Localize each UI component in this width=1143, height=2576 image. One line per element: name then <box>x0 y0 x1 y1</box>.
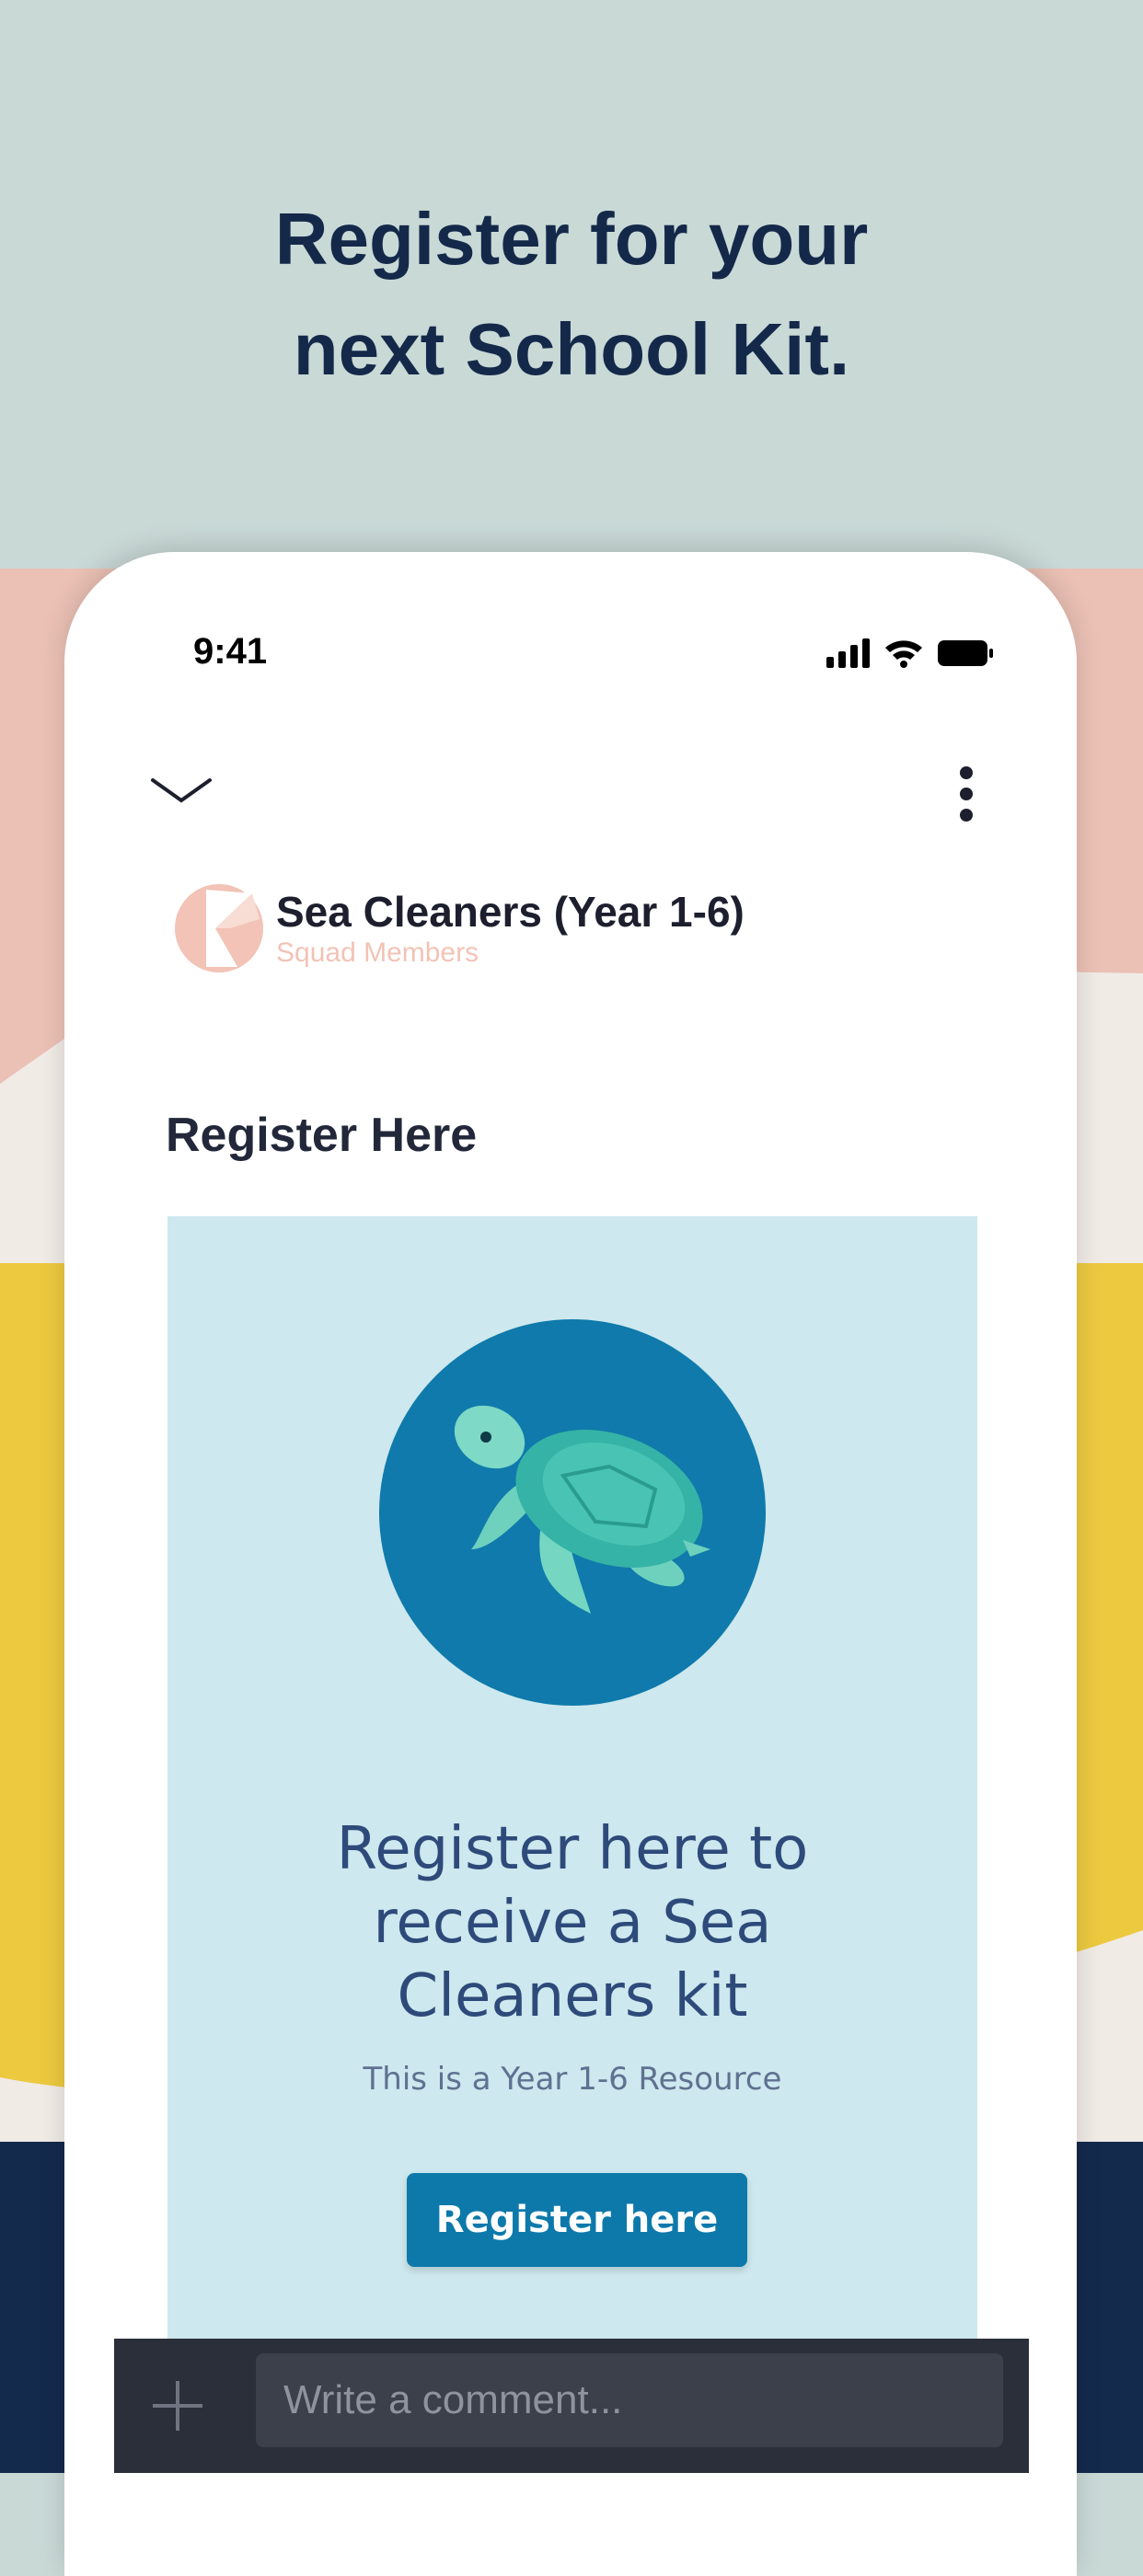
section-title: Register Here <box>166 1109 478 1162</box>
turtle-icon <box>454 1405 710 1614</box>
register-card: Register here to receive a Sea Cleaners … <box>167 1216 977 2348</box>
card-subtitle: This is a Year 1-6 Resource <box>363 2061 782 2098</box>
wifi-icon <box>885 640 922 668</box>
group-name: Sea Cleaners (Year 1-6) <box>276 888 745 936</box>
battery-icon <box>938 640 993 666</box>
more-vertical-icon[interactable] <box>957 765 976 822</box>
phone-mockup: 9:41 Sea Cleaners (Year 1-6) Squad Membe… <box>64 552 1077 2576</box>
status-time: 9:41 <box>193 631 268 672</box>
turtle-illustration <box>379 1319 766 1706</box>
chevron-down-icon[interactable] <box>149 773 214 810</box>
add-icon[interactable] <box>149 2377 206 2434</box>
promo-headline-line-2: next School Kit. <box>293 308 850 390</box>
promo-headline-line-1: Register for your <box>274 198 869 280</box>
card-title-line-1: Register here to <box>336 1815 809 1883</box>
card-title-line-3: Cleaners kit <box>397 1962 748 2030</box>
comment-bar <box>114 2339 1029 2473</box>
register-here-button[interactable]: Register here <box>407 2173 747 2267</box>
group-texts: Sea Cleaners (Year 1-6) Squad Members <box>276 887 745 970</box>
group-logo <box>175 884 263 972</box>
group-subtitle: Squad Members <box>276 937 479 968</box>
comment-input[interactable] <box>256 2353 1003 2447</box>
group-header[interactable]: Sea Cleaners (Year 1-6) Squad Members <box>173 878 745 979</box>
card-title: Register here to receive a Sea Cleaners … <box>167 1812 977 2033</box>
card-title-line-2: receive a Sea <box>373 1889 772 1957</box>
signal-icon <box>826 638 870 668</box>
status-icons <box>826 637 994 670</box>
promo-headline: Register for your next School Kit. <box>0 184 1143 405</box>
